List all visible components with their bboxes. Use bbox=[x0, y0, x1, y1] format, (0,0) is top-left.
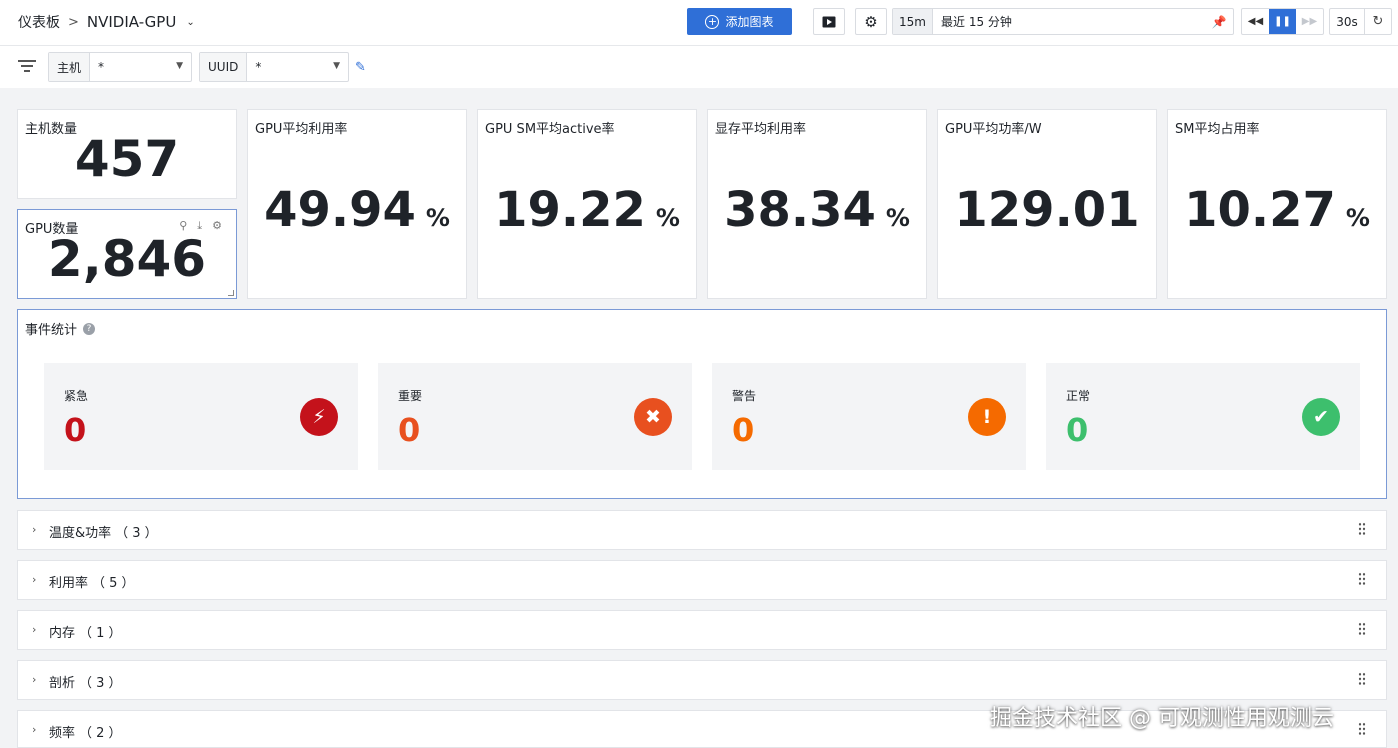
help-icon[interactable]: ? bbox=[83, 322, 96, 335]
edit-icon[interactable]: ✎ bbox=[355, 60, 366, 75]
time-range-label[interactable]: 最近 15 分钟 bbox=[933, 9, 1205, 34]
card-title: SM平均占用率 bbox=[1175, 122, 1260, 137]
check-circle-icon: ✔ bbox=[1302, 398, 1340, 436]
presentation-button[interactable] bbox=[813, 8, 845, 35]
gpu-count-value: 2,846 bbox=[47, 230, 207, 288]
card-title: 显存平均利用率 bbox=[715, 122, 807, 137]
host-count-value: 457 bbox=[74, 130, 180, 188]
group-label: 利用率（ 5 ） bbox=[49, 576, 135, 591]
uuid-filter[interactable]: UUID * ▼ bbox=[199, 52, 349, 82]
mem-util-card: 显存平均利用率 38.34% bbox=[707, 109, 927, 299]
sm-active-value: 19.22% bbox=[494, 182, 680, 238]
event-label: 警告 bbox=[732, 389, 757, 403]
add-chart-button[interactable]: + 添加图表 bbox=[687, 8, 792, 35]
host-count-card: 主机数量 457 bbox=[17, 109, 237, 199]
mem-util-value: 38.34% bbox=[724, 182, 910, 238]
event-label: 重要 bbox=[398, 389, 423, 403]
event-label: 正常 bbox=[1066, 389, 1091, 403]
chevron-right-icon[interactable]: › bbox=[32, 573, 36, 586]
filter-bar: 主机 * ▼ UUID * ▼ bbox=[0, 46, 1398, 88]
group-profiling[interactable]: › 剖析（ 3 ） bbox=[17, 660, 1387, 700]
gpu-util-value: 49.94% bbox=[264, 182, 450, 238]
time-range-short[interactable]: 15m bbox=[893, 9, 933, 34]
drag-handle-icon[interactable] bbox=[1358, 672, 1366, 686]
top-bar: 仪表板 > NVIDIA-GPU ⌄ + 添加图表 ⚙ 15m 最近 15 分钟… bbox=[0, 0, 1398, 46]
event-label: 紧急 bbox=[64, 389, 89, 403]
event-warning[interactable]: 警告 0 ! bbox=[712, 363, 1026, 470]
card-title: GPU平均功率/W bbox=[945, 122, 1042, 137]
drag-handle-icon[interactable] bbox=[1358, 572, 1366, 586]
host-filter-select[interactable]: * ▼ bbox=[90, 53, 191, 81]
pin-icon[interactable]: 📌 bbox=[1205, 9, 1233, 34]
host-filter-label: 主机 bbox=[49, 53, 91, 81]
uuid-filter-label: UUID bbox=[200, 53, 248, 81]
event-count: 0 bbox=[732, 411, 755, 449]
playback-controls: ◀◀ ❚❚ ▶▶ bbox=[1241, 8, 1324, 35]
host-filter[interactable]: 主机 * ▼ bbox=[48, 52, 192, 82]
fast-forward-icon[interactable]: ▶▶ bbox=[1296, 9, 1323, 34]
event-count: 0 bbox=[1066, 411, 1089, 449]
breadcrumb: 仪表板 > NVIDIA-GPU ⌄ bbox=[18, 12, 195, 32]
power-value: 129.01 bbox=[954, 182, 1140, 238]
group-temperature-power[interactable]: › 温度&功率（ 3 ） bbox=[17, 510, 1387, 550]
group-utilization[interactable]: › 利用率（ 5 ） bbox=[17, 560, 1387, 600]
chevron-down-icon: ▼ bbox=[333, 61, 340, 71]
card-title: GPU SM平均active率 bbox=[485, 122, 615, 137]
group-label: 剖析（ 3 ） bbox=[49, 676, 122, 691]
refresh-controls: 30s ↻ bbox=[1329, 8, 1392, 35]
event-count: 0 bbox=[398, 411, 421, 449]
settings-button[interactable]: ⚙ bbox=[855, 8, 887, 35]
gear-icon: ⚙ bbox=[864, 12, 878, 31]
event-count: 0 bbox=[64, 411, 87, 449]
play-screen-icon bbox=[822, 16, 836, 27]
close-circle-icon: ✖ bbox=[634, 398, 672, 436]
card-title: GPU平均利用率 bbox=[255, 122, 348, 137]
event-stats-header: 事件统计 ? bbox=[25, 319, 96, 338]
lightning-icon: ⚡ bbox=[300, 398, 338, 436]
watermark: 掘金技术社区 @ 可观测性用观测云 bbox=[990, 706, 1334, 731]
resize-handle[interactable] bbox=[228, 290, 234, 296]
chevron-right-icon[interactable]: › bbox=[32, 523, 36, 536]
filter-icon[interactable] bbox=[18, 60, 36, 74]
group-label: 频率（ 2 ） bbox=[49, 726, 122, 741]
breadcrumb-separator: > bbox=[68, 14, 79, 30]
pause-icon[interactable]: ❚❚ bbox=[1269, 9, 1296, 34]
drag-handle-icon[interactable] bbox=[1358, 522, 1366, 536]
sm-active-card: GPU SM平均active率 19.22% bbox=[477, 109, 697, 299]
sm-occupancy-value: 10.27% bbox=[1184, 182, 1370, 238]
gpu-count-card[interactable]: GPU数量 ⚲ ⤓ ⚙ 2,846 bbox=[17, 209, 237, 299]
uuid-filter-value: * bbox=[255, 60, 262, 74]
rewind-icon[interactable]: ◀◀ bbox=[1242, 9, 1269, 34]
breadcrumb-root[interactable]: 仪表板 bbox=[18, 12, 60, 32]
plus-circle-icon: + bbox=[705, 14, 720, 29]
event-normal[interactable]: 正常 0 ✔ bbox=[1046, 363, 1360, 470]
event-important[interactable]: 重要 0 ✖ bbox=[378, 363, 692, 470]
power-card: GPU平均功率/W 129.01 bbox=[937, 109, 1157, 299]
host-filter-value: * bbox=[98, 60, 105, 74]
sm-occupancy-card: SM平均占用率 10.27% bbox=[1167, 109, 1387, 299]
exclamation-icon: ! bbox=[968, 398, 1006, 436]
drag-handle-icon[interactable] bbox=[1358, 722, 1366, 736]
event-stats-panel: 事件统计 ? 紧急 0 ⚡ 重要 0 ✖ 警告 0 ! 正常 0 ✔ bbox=[17, 309, 1387, 499]
chevron-down-icon: ▼ bbox=[176, 61, 183, 71]
group-label: 温度&功率（ 3 ） bbox=[49, 526, 158, 541]
event-stats-title: 事件统计 bbox=[25, 323, 78, 338]
dashboard-title[interactable]: NVIDIA-GPU bbox=[87, 13, 176, 31]
chevron-right-icon[interactable]: › bbox=[32, 673, 36, 686]
add-chart-label: 添加图表 bbox=[725, 15, 774, 29]
chevron-right-icon[interactable]: › bbox=[32, 723, 36, 736]
refresh-icon[interactable]: ↻ bbox=[1365, 9, 1391, 34]
uuid-filter-select[interactable]: * ▼ bbox=[247, 53, 348, 81]
drag-handle-icon[interactable] bbox=[1358, 622, 1366, 636]
group-label: 内存（ 1 ） bbox=[49, 626, 122, 641]
time-range-picker[interactable]: 15m 最近 15 分钟 📌 bbox=[892, 8, 1234, 35]
group-memory[interactable]: › 内存（ 1 ） bbox=[17, 610, 1387, 650]
refresh-interval[interactable]: 30s bbox=[1330, 9, 1365, 34]
chevron-right-icon[interactable]: › bbox=[32, 623, 36, 636]
event-critical[interactable]: 紧急 0 ⚡ bbox=[44, 363, 358, 470]
gpu-util-card: GPU平均利用率 49.94% bbox=[247, 109, 467, 299]
chevron-down-icon[interactable]: ⌄ bbox=[186, 17, 194, 28]
